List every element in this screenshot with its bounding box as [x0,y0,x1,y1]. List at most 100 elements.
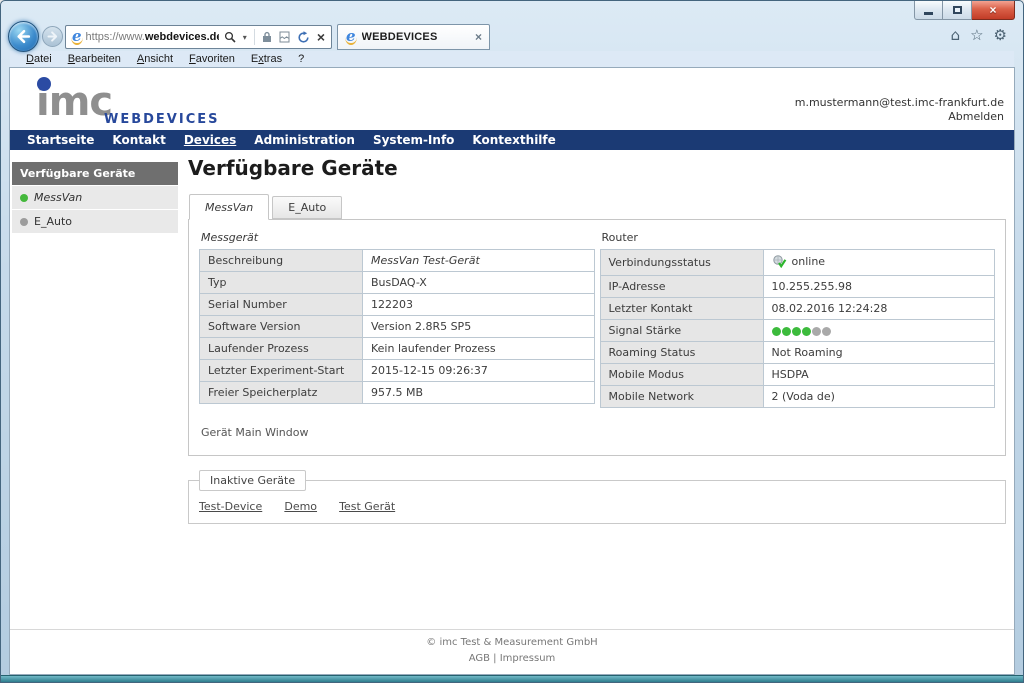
refresh-icon[interactable] [295,27,312,47]
nav-item-devices[interactable]: Devices [175,133,245,147]
maximize-button[interactable] [943,1,972,20]
main-content: Verfügbare Geräte MessVan E_Auto Messger… [188,156,1006,524]
settings-gear-icon[interactable]: ⚙ [994,26,1007,44]
table-row: IP-Adresse10.255.255.98 [600,276,995,298]
lock-icon [260,27,274,47]
menu-item-ansicht[interactable]: Ansicht [129,53,181,65]
page-title: Verfügbare Geräte [188,156,1006,180]
tab-e-auto[interactable]: E_Auto [272,196,342,219]
browser-toolbar-icons: ⌂ ☆ ⚙ [951,26,1007,44]
imc-logo-dot-icon [37,77,51,91]
minimize-button[interactable] [914,1,943,20]
nav-item-startseite[interactable]: Startseite [18,133,103,147]
imc-logo: imc [36,84,112,120]
status-offline-icon [20,218,28,226]
connection-online-icon [772,254,787,268]
inactive-link-demo[interactable]: Demo [284,500,317,513]
nav-item-kontakt[interactable]: Kontakt [103,133,174,147]
device-panel: Messgerät BeschreibungMessVan Test-Gerät… [188,219,1006,456]
table-row: Letzter Experiment-Start2015-12-15 09:26… [200,360,595,382]
device-sidebar: Verfügbare Geräte MessVan E_Auto [12,162,178,233]
table-row: Software VersionVersion 2.8R5 SP5 [200,316,595,338]
address-separator [254,29,255,45]
window-bottom-edge [1,675,1023,682]
inactive-device-links: Test-Device Demo Test Gerät [199,495,995,514]
browser-tab[interactable]: e WEBDEVICES × [337,24,490,50]
table-row: Mobile Network2 (Voda de) [600,386,995,408]
sidebar-title: Verfügbare Geräte [12,162,178,185]
minimize-icon [924,12,933,15]
url-prefix: https://www. [86,31,145,43]
table-row: Serial Number122203 [200,294,595,316]
close-icon: × [989,4,996,16]
main-navigation: Startseite Kontakt Devices Administratio… [10,130,1014,150]
inactive-devices-box: Inaktive Geräte Test-Device Demo Test Ge… [188,470,1006,524]
inactive-link-test-device[interactable]: Test-Device [199,500,262,513]
web-page: imc WEBDEVICES m.mustermann@test.imc-fra… [9,67,1015,675]
logout-link[interactable]: Abmelden [795,110,1004,124]
sidebar-item-label: MessVan [34,191,82,204]
router-caption: Router [602,231,996,244]
tab-close-icon[interactable]: × [475,30,482,44]
table-row: TypBusDAQ-X [200,272,595,294]
inactive-devices-legend: Inaktive Geräte [199,470,306,491]
compatibility-view-icon[interactable] [277,27,292,47]
signal-dots [772,324,832,337]
site-header: imc WEBDEVICES m.mustermann@test.imc-fra… [10,68,1014,130]
menu-item-extras[interactable]: Extras [243,53,290,65]
tab-messvan[interactable]: MessVan [189,194,269,220]
footer-copyright: © imc Test & Measurement GmbH [10,637,1014,649]
maximize-icon [953,6,962,14]
home-icon[interactable]: ⌂ [951,26,961,44]
stop-icon[interactable]: × [315,27,327,47]
router-block: Router Verbindungsstatus [600,229,996,408]
table-row: Letzter Kontakt08.02.2016 12:24:28 [600,298,995,320]
nav-item-administration[interactable]: Administration [245,133,364,147]
forward-button[interactable] [42,26,63,47]
ie-page-icon: e [71,29,83,45]
sidebar-item-e-auto[interactable]: E_Auto [12,210,178,233]
back-arrow-icon [15,28,32,45]
messgeraet-block: Messgerät BeschreibungMessVan Test-Gerät… [199,229,595,408]
inactive-link-test-geraet[interactable]: Test Gerät [339,500,395,513]
menu-item-favoriten[interactable]: Favoriten [181,53,243,65]
window-controls: × [914,1,1015,20]
table-row: BeschreibungMessVan Test-Gerät [200,250,595,272]
router-table: Verbindungsstatus online IP-Adres [600,249,996,408]
site-footer: © imc Test & Measurement GmbH AGB | Impr… [10,629,1014,674]
nav-item-kontexthilfe[interactable]: Kontexthilfe [463,133,564,147]
geraet-main-window-label: Gerät Main Window [201,426,995,439]
browser-window: × e https://www.webdevices.de/customer/d… [0,0,1024,683]
address-dropdown-icon[interactable]: ▾ [241,27,249,47]
back-button[interactable] [8,21,39,52]
user-box: m.mustermann@test.imc-frankfurt.de Abmel… [795,96,1004,124]
footer-links: AGB | Impressum [10,653,1014,665]
table-row: Mobile ModusHSDPA [600,364,995,386]
table-row: Verbindungsstatus online [600,250,995,276]
user-email: m.mustermann@test.imc-frankfurt.de [795,96,1004,109]
menu-item-bearbeiten[interactable]: Bearbeiten [60,53,129,65]
menu-item-help[interactable]: ? [290,53,312,65]
menu-bar: Datei Bearbeiten Ansicht Favoriten Extra… [10,51,1014,67]
table-row: Signal Stärke [600,320,995,342]
tab-favicon-icon: e [345,29,357,45]
close-button[interactable]: × [972,1,1015,20]
table-row: Freier Speicherplatz957.5 MB [200,382,595,404]
brand-title: WEBDEVICES [104,112,219,127]
footer-link-impressum[interactable]: Impressum [500,653,556,664]
forward-arrow-icon [46,30,59,43]
url-domain: webdevices.de [145,31,219,43]
device-tabs: MessVan E_Auto [188,194,1006,219]
messgeraet-table: BeschreibungMessVan Test-Gerät TypBusDAQ… [199,249,595,404]
sidebar-item-messvan[interactable]: MessVan [12,186,178,209]
search-icon[interactable] [222,27,238,47]
table-row: Roaming StatusNot Roaming [600,342,995,364]
footer-link-agb[interactable]: AGB [469,653,490,664]
nav-item-system-info[interactable]: System-Info [364,133,463,147]
online-status-text: online [792,255,826,268]
menu-item-datei[interactable]: Datei [18,53,60,65]
address-bar[interactable]: e https://www.webdevices.de/customer/d ▾… [65,25,332,49]
tab-title: WEBDEVICES [362,31,470,43]
footer-separator: | [493,653,496,664]
favorites-star-icon[interactable]: ☆ [970,26,983,44]
